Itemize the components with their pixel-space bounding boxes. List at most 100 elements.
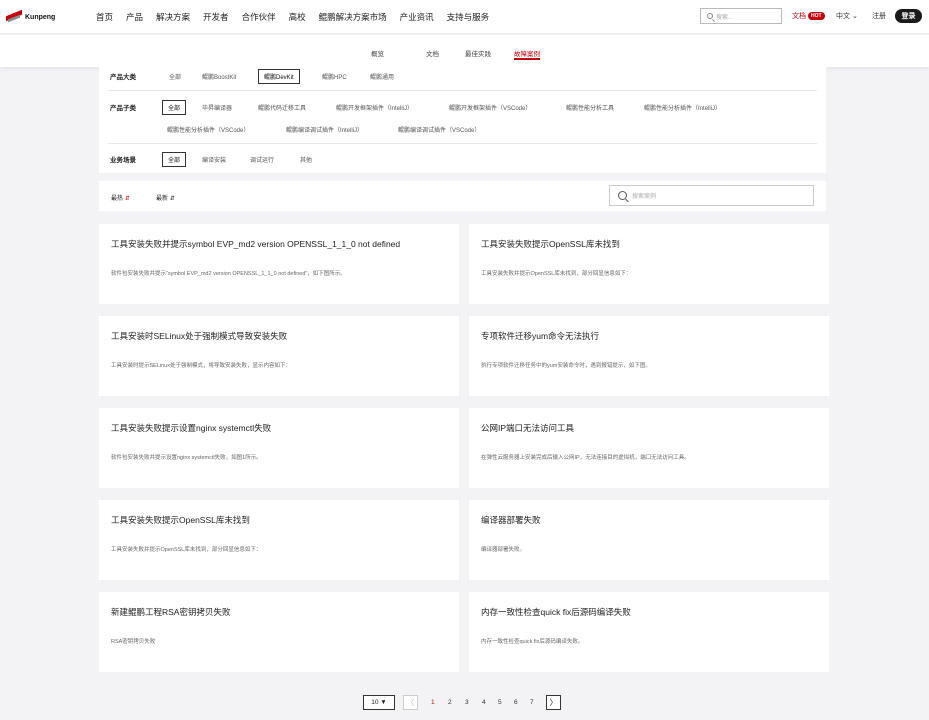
product-subcategory-option[interactable]: 鲲鹏开发框架插件（IntelliJ） [336, 103, 413, 112]
scenario-option[interactable]: 编译安装 [202, 155, 226, 164]
case-card-desc: 软件包安装失败并提示“symbol EVP_md2 version OPENSS… [111, 271, 346, 277]
case-card-desc: 内存一致性检查quick fix后源码编译失败。 [481, 639, 584, 645]
case-card-desc: RSA密钥拷贝失败 [111, 639, 156, 645]
site-search-input[interactable]: 搜索... [700, 8, 782, 24]
page-number[interactable]: 7 [530, 699, 534, 706]
product-subcategory-option[interactable]: 鲲鹏编译调试插件（VSCode） [398, 125, 480, 134]
case-card-desc: 软件包安装失败并提示设置nginx systemctl失败，如图1所示。 [111, 455, 262, 461]
case-card-title[interactable]: 专项软件迁移yum命令无法执行 [481, 330, 599, 342]
case-card[interactable]: 内存一致性检查quick fix后源码编译失败 内存一致性检查quick fix… [469, 592, 829, 672]
product-category-option[interactable]: 鲲鹏HPC [322, 72, 347, 81]
brand-logo[interactable]: Kunpeng [6, 9, 55, 25]
divider [108, 90, 817, 91]
case-card-desc: 在弹性云服务器上安装完成后输入公网IP，无法连接目的虚拟机，端口无法访问工具。 [481, 455, 690, 461]
case-card[interactable]: 新建鲲鹏工程RSA密钥拷贝失败 RSA密钥拷贝失败 [99, 592, 459, 672]
nav-link-partners[interactable]: 合作伙伴 [242, 11, 276, 23]
scenario-option[interactable]: 其他 [300, 155, 312, 164]
product-subcategory-option[interactable]: 鲲鹏性能分析插件（IntelliJ） [644, 103, 721, 112]
case-card-title[interactable]: 编译器部署失败 [481, 514, 541, 526]
case-card-title[interactable]: 工具安装失败提示设置nginx systemctl失败 [111, 422, 271, 434]
case-card[interactable]: 工具安装失败提示设置nginx systemctl失败 软件包安装失败并提示设置… [99, 408, 459, 488]
search-icon [707, 13, 713, 19]
sort-by-new[interactable]: 最新 ⇵ [156, 193, 175, 202]
product-subcategory-option[interactable]: 鲲鹏性能分析插件（VSCode） [167, 125, 249, 134]
case-card[interactable]: 工具安装时SELinux处于强制模式导致安装失败 工具安装时提示SELinux处… [99, 316, 459, 396]
page-number[interactable]: 4 [482, 699, 486, 706]
sort-hot-label: 最热 [111, 196, 124, 202]
case-search-placeholder: 搜索案例 [632, 194, 657, 200]
case-card-title[interactable]: 工具安装失败提示OpenSSL库未找到 [111, 514, 250, 526]
divider [108, 143, 817, 144]
scenario-option[interactable]: 调试运行 [250, 155, 274, 164]
sort-by-hot[interactable]: 最热 ⇵ [111, 193, 130, 202]
case-card-desc: 工具安装失败并提示OpenSSL库未找到，部分回显信息如下： [481, 271, 632, 277]
case-card-title[interactable]: 新建鲲鹏工程RSA密钥拷贝失败 [111, 606, 230, 618]
page-number[interactable]: 2 [448, 699, 452, 706]
nav-link-home[interactable]: 首页 [96, 11, 113, 23]
case-card-desc: 编译器部署失败。 [481, 547, 526, 553]
scenario-option-selected[interactable]: 全部 [162, 152, 187, 167]
product-subcategory-option[interactable]: 鲲鹏代码迁移工具 [258, 103, 306, 112]
case-card[interactable]: 公网IP端口无法访问工具 在弹性云服务器上安装完成后输入公网IP，无法连接目的虚… [469, 408, 829, 488]
page-number[interactable]: 5 [498, 699, 502, 706]
product-subcategory-option-selected[interactable]: 全部 [162, 100, 187, 115]
product-category-option-selected[interactable]: 鲲鹏DevKit [258, 69, 300, 84]
case-card-title[interactable]: 工具安装失败并提示symbol EVP_md2 version OPENSSL_… [111, 238, 400, 250]
sort-arrow-icon: ⇵ [124, 196, 130, 202]
sort-new-label: 最新 [156, 196, 169, 202]
page-number[interactable]: 3 [465, 699, 469, 706]
site-search-placeholder: 搜索... [716, 14, 734, 21]
case-card[interactable]: 工具安装失败提示OpenSSL库未找到 工具安装失败并提示OpenSSL库未找到… [469, 224, 829, 304]
login-button[interactable]: 登录 [895, 9, 922, 23]
page-number-current[interactable]: 1 [431, 699, 435, 706]
case-search-input[interactable]: 搜索案例 [609, 185, 814, 206]
page-size-select[interactable]: 10 ▼ [363, 695, 395, 710]
tab-docs[interactable]: 文档 [426, 48, 439, 58]
product-category-option[interactable]: 鲲鹏BoostKit [202, 72, 236, 81]
nav-link-universities[interactable]: 高校 [289, 11, 306, 23]
case-card[interactable]: 工具安装失败并提示symbol EVP_md2 version OPENSSL_… [99, 224, 459, 304]
product-category-label: 产品大类 [110, 74, 136, 81]
pagination: 10 ▼ 〈 1 2 3 4 5 6 7 〉 [0, 695, 929, 711]
search-icon [618, 191, 627, 200]
scenario-label: 业务场景 [110, 157, 136, 164]
language-selector[interactable]: 中文 ⌄ [836, 11, 858, 21]
docs-link-label: 文档 [792, 13, 806, 20]
hot-badge: HOT [808, 12, 825, 20]
nav-link-support[interactable]: 支持与服务 [447, 11, 490, 23]
product-category-option[interactable]: 全部 [169, 72, 181, 81]
next-page-button[interactable]: 〉 [546, 695, 561, 710]
filter-panel: 产品大类 全部 鲲鹏BoostKit 鲲鹏DevKit 鲲鹏HPC 鲲鹏通用 产… [99, 67, 826, 173]
tab-overview[interactable]: 概览 [371, 48, 384, 58]
nav-link-solutions[interactable]: 解决方案 [156, 11, 190, 23]
case-card-title[interactable]: 工具安装失败提示OpenSSL库未找到 [481, 238, 620, 250]
sort-arrow-icon: ⇵ [169, 196, 175, 202]
product-subcategory-option[interactable]: 鲲鹏性能分析工具 [566, 103, 614, 112]
section-tabs: 概览 文档 最佳实践 故障案例 [0, 35, 929, 67]
case-card[interactable]: 专项软件迁移yum命令无法执行 执行专项软件迁移任务中的yum安装命令时，遇到报… [469, 316, 829, 396]
nav-link-products[interactable]: 产品 [126, 11, 143, 23]
product-subcategory-option[interactable]: 鲲鹏编译调试插件（IntelliJ） [286, 125, 363, 134]
nav-link-developers[interactable]: 开发者 [203, 11, 229, 23]
brand-name: Kunpeng [25, 13, 56, 21]
case-card-title[interactable]: 内存一致性检查quick fix后源码编译失败 [481, 606, 631, 618]
nav-link-news[interactable]: 产业资讯 [400, 11, 434, 23]
product-subcategory-label: 产品子类 [110, 105, 136, 112]
top-navbar: Kunpeng 首页 产品 解决方案 开发者 合作伙伴 高校 鲲鹏解决方案市场 … [0, 0, 929, 34]
product-subcategory-option[interactable]: 毕昇编译器 [202, 103, 232, 112]
case-card-title[interactable]: 工具安装时SELinux处于强制模式导致安装失败 [111, 330, 287, 342]
page-number[interactable]: 6 [514, 699, 518, 706]
tab-best-practices[interactable]: 最佳实践 [465, 48, 491, 58]
case-card[interactable]: 工具安装失败提示OpenSSL库未找到 工具安装失败并提示OpenSSL库未找到… [99, 500, 459, 580]
docs-link[interactable]: 文档 HOT [792, 11, 825, 21]
prev-page-button[interactable]: 〈 [403, 695, 418, 710]
register-link[interactable]: 注册 [872, 11, 886, 21]
case-card-title[interactable]: 公网IP端口无法访问工具 [481, 422, 574, 434]
case-card[interactable]: 编译器部署失败 编译器部署失败。 [469, 500, 829, 580]
nav-link-marketplace[interactable]: 鲲鹏解决方案市场 [319, 11, 387, 23]
product-category-option[interactable]: 鲲鹏通用 [370, 72, 394, 81]
case-card-desc: 工具安装失败并提示OpenSSL库未找到，部分回显信息如下： [111, 547, 262, 553]
case-card-desc: 执行专项软件迁移任务中的yum安装命令时，遇到报错提示，如下图。 [481, 363, 651, 369]
product-subcategory-option[interactable]: 鲲鹏开发框架插件（VSCode） [449, 103, 531, 112]
tab-fault-cases[interactable]: 故障案例 [514, 48, 540, 60]
